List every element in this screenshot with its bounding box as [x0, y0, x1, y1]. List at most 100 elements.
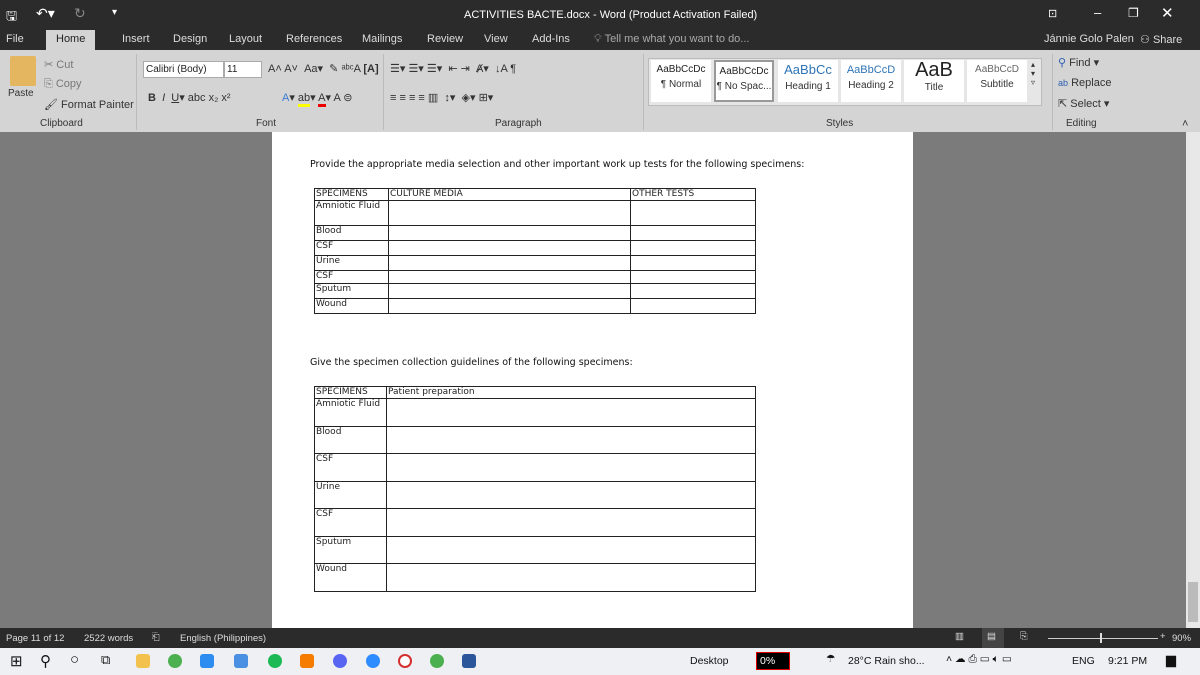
- culture-media-cell[interactable]: [388, 270, 631, 284]
- input-language[interactable]: ENG: [1072, 655, 1095, 667]
- style-heading-2[interactable]: AaBbCcD Heading 2: [841, 60, 901, 102]
- tell-me-search[interactable]: 💡︎ Tell me what you want to do...: [594, 33, 749, 46]
- other-tests-cell[interactable]: [630, 240, 756, 256]
- search-icon[interactable]: ⚲: [40, 652, 51, 670]
- style-title[interactable]: AaB Title: [904, 60, 964, 102]
- task-view-icon[interactable]: ⧉: [101, 652, 110, 668]
- font-size-select[interactable]: 11: [224, 61, 262, 78]
- scrollbar-thumb[interactable]: [1188, 582, 1198, 622]
- tab-review[interactable]: Review: [427, 33, 463, 45]
- weather-icon[interactable]: ☂: [826, 653, 835, 665]
- other-tests-cell[interactable]: [630, 200, 756, 226]
- vertical-scrollbar[interactable]: [1186, 132, 1200, 628]
- culture-media-cell[interactable]: [388, 225, 631, 241]
- weather-text[interactable]: 28°C Rain sho...: [848, 655, 925, 667]
- tray-icons[interactable]: ˄ ☁ ⎙ ▭ 🔈︎ ▭: [946, 653, 1012, 666]
- alignment-icons[interactable]: ≡ ≡ ≡ ≡ ▥ ↕▾ ◈▾ ⊞▾: [390, 91, 493, 104]
- word-icon[interactable]: [462, 654, 476, 668]
- media-player-icon[interactable]: [234, 654, 248, 668]
- app-icon[interactable]: [200, 654, 214, 668]
- share-button[interactable]: ⚇ Share: [1140, 33, 1182, 46]
- save-icon[interactable]: 🖫: [6, 7, 17, 29]
- web-layout-icon[interactable]: ⎘: [1020, 631, 1028, 642]
- paste-button[interactable]: Paste: [8, 88, 34, 99]
- chrome-icon[interactable]: [430, 654, 444, 668]
- undo-icon[interactable]: ↶▾: [36, 5, 55, 22]
- collapse-ribbon-icon[interactable]: ˄: [1182, 118, 1188, 130]
- tab-design[interactable]: Design: [173, 33, 207, 45]
- tab-view[interactable]: View: [484, 33, 508, 45]
- font-format-icons[interactable]: B I U▾ abc x₂ x²: [148, 91, 231, 104]
- preparation-cell[interactable]: [386, 426, 756, 454]
- tab-file[interactable]: File: [6, 33, 24, 45]
- zoom-icon[interactable]: [366, 654, 380, 668]
- preparation-cell[interactable]: [386, 563, 756, 592]
- word-count[interactable]: 2522 words: [84, 633, 133, 644]
- styles-scroll-icons[interactable]: ▴ ▾ ▿: [1031, 60, 1035, 87]
- style-subtitle[interactable]: AaBbCcD Subtitle: [967, 60, 1027, 102]
- culture-media-cell[interactable]: [388, 298, 631, 314]
- preparation-cell[interactable]: [386, 398, 756, 427]
- culture-media-cell[interactable]: [388, 240, 631, 256]
- chrome-icon[interactable]: [168, 654, 182, 668]
- preparation-cell[interactable]: [386, 453, 756, 482]
- read-mode-icon[interactable]: ▥: [955, 631, 964, 642]
- zoom-in-icon[interactable]: +: [1160, 631, 1166, 642]
- culture-media-cell[interactable]: [388, 200, 631, 226]
- clock[interactable]: 9:21 PM: [1108, 655, 1147, 667]
- cortana-icon[interactable]: ○: [70, 651, 79, 668]
- language[interactable]: English (Philippines): [180, 633, 266, 644]
- print-layout-icon[interactable]: ▤: [982, 628, 1004, 648]
- style-heading-1[interactable]: AaBbCc Heading 1: [778, 60, 838, 102]
- close-icon[interactable]: ✕: [1161, 4, 1174, 22]
- tab-layout[interactable]: Layout: [229, 33, 262, 45]
- cut-button[interactable]: ✂ Cut: [44, 58, 73, 71]
- minimize-icon[interactable]: –: [1094, 5, 1101, 20]
- tab-insert[interactable]: Insert: [122, 33, 150, 45]
- windows-start-icon[interactable]: ⊞: [10, 652, 23, 670]
- customize-qat-icon[interactable]: ▾: [112, 7, 117, 18]
- zoom-level[interactable]: 90%: [1172, 633, 1191, 644]
- restore-icon[interactable]: ❐: [1128, 6, 1139, 20]
- list-icons[interactable]: ☰▾ ☰▾ ☰▾ ⇤ ⇥ Ⱥ▾ ↓A ¶: [390, 62, 516, 75]
- app-icon[interactable]: [398, 654, 412, 668]
- tab-mailings[interactable]: Mailings: [362, 33, 402, 45]
- zoom-slider-thumb[interactable]: [1100, 633, 1102, 643]
- select-button[interactable]: ⇱ Select ▾: [1058, 97, 1109, 110]
- user-name[interactable]: Jánnie Golo Palen: [1044, 33, 1134, 45]
- replace-button[interactable]: ab Replace: [1058, 77, 1111, 89]
- ribbon-display-icon[interactable]: ⊡: [1048, 7, 1057, 20]
- redo-icon[interactable]: ↻: [74, 5, 86, 22]
- tab-references[interactable]: References: [286, 33, 342, 45]
- vlc-icon[interactable]: [300, 654, 314, 668]
- other-tests-cell[interactable]: [630, 225, 756, 241]
- tab-home[interactable]: Home: [46, 30, 96, 50]
- copy-button[interactable]: ⎘ Copy: [44, 78, 82, 91]
- other-tests-cell[interactable]: [630, 298, 756, 314]
- other-tests-cell[interactable]: [630, 255, 756, 271]
- desktop-toolbar[interactable]: Desktop: [690, 655, 729, 667]
- paste-icon[interactable]: [10, 56, 36, 86]
- culture-media-cell[interactable]: [388, 255, 631, 271]
- culture-media-cell[interactable]: [388, 283, 631, 299]
- preparation-cell[interactable]: [386, 481, 756, 509]
- find-button[interactable]: ⚲ Find ▾: [1058, 56, 1099, 69]
- zoom-slider[interactable]: [1048, 638, 1158, 639]
- preparation-cell[interactable]: [386, 536, 756, 564]
- page-count[interactable]: Page 11 of 12: [6, 633, 64, 644]
- style-normal[interactable]: AaBbCcDc ¶ Normal: [651, 60, 711, 102]
- other-tests-cell[interactable]: [630, 283, 756, 299]
- style-no-spacing[interactable]: AaBbCcDc ¶ No Spac...: [714, 60, 774, 102]
- grow-font-icon[interactable]: A˄ A˅ Aa▾ ✎ ᵃᵇᶜA [A]: [268, 62, 379, 75]
- spotify-icon[interactable]: [268, 654, 282, 668]
- text-effects-icons[interactable]: A▾ ab▾ A▾ A ⊜: [282, 91, 352, 107]
- notification-icon[interactable]: ▆: [1166, 652, 1176, 668]
- discord-icon[interactable]: [333, 654, 347, 668]
- tab-addins[interactable]: Add-Ins: [532, 33, 570, 45]
- proofing-icon[interactable]: ⎗: [152, 632, 160, 643]
- document-page[interactable]: Provide the appropriate media selection …: [272, 132, 913, 628]
- font-name-select[interactable]: Calibri (Body): [143, 61, 224, 78]
- other-tests-cell[interactable]: [630, 270, 756, 284]
- file-explorer-icon[interactable]: [136, 654, 150, 668]
- preparation-cell[interactable]: [386, 508, 756, 537]
